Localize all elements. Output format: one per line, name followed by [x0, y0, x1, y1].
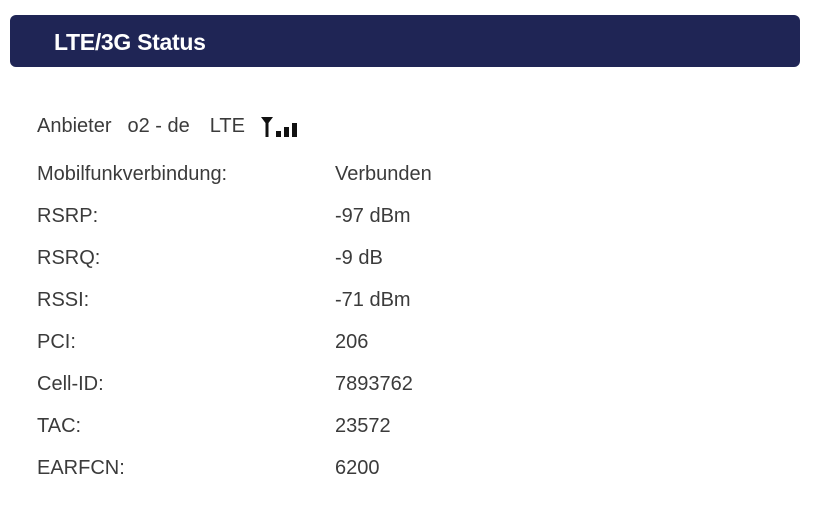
row-value: -97 dBm: [335, 204, 411, 227]
row-value: 23572: [335, 414, 391, 437]
row-label: PCI:: [37, 330, 76, 353]
provider-label: Anbieter: [37, 114, 112, 137]
row-rssi: RSSI: -71 dBm: [37, 279, 737, 321]
status-table: Mobilfunkverbindung: Verbunden RSRP: -97…: [37, 153, 737, 489]
row-tac: TAC: 23572: [37, 405, 737, 447]
row-rsrp: RSRP: -97 dBm: [37, 195, 737, 237]
row-label: RSRP:: [37, 204, 99, 227]
row-value: Verbunden: [335, 162, 432, 185]
provider-name: o2 - de: [127, 114, 190, 137]
row-label: EARFCN:: [37, 456, 125, 479]
status-header: LTE/3G Status: [10, 15, 800, 67]
row-earfcn: EARFCN: 6200: [37, 447, 737, 489]
row-cell-id: Cell-ID: 7893762: [37, 363, 737, 405]
row-value: 206: [335, 330, 369, 353]
row-rsrq: RSRQ: -9 dB: [37, 237, 737, 279]
row-label: Mobilfunkverbindung:: [37, 162, 228, 185]
row-label: RSRQ:: [37, 246, 101, 269]
row-label: TAC:: [37, 414, 82, 437]
row-pci: PCI: 206: [37, 321, 737, 363]
row-value: 7893762: [335, 372, 413, 395]
row-value: -71 dBm: [335, 288, 411, 311]
signal-strength-icon: [260, 114, 304, 138]
row-value: -9 dB: [335, 246, 383, 269]
provider-line: Anbieter o2 - de LTE: [37, 112, 304, 140]
row-label: RSSI:: [37, 288, 90, 311]
row-label: Cell-ID:: [37, 372, 104, 395]
row-connection: Mobilfunkverbindung: Verbunden: [37, 153, 737, 195]
network-technology: LTE: [209, 114, 245, 137]
row-value: 6200: [335, 456, 380, 479]
page-title: LTE/3G Status: [54, 29, 206, 55]
